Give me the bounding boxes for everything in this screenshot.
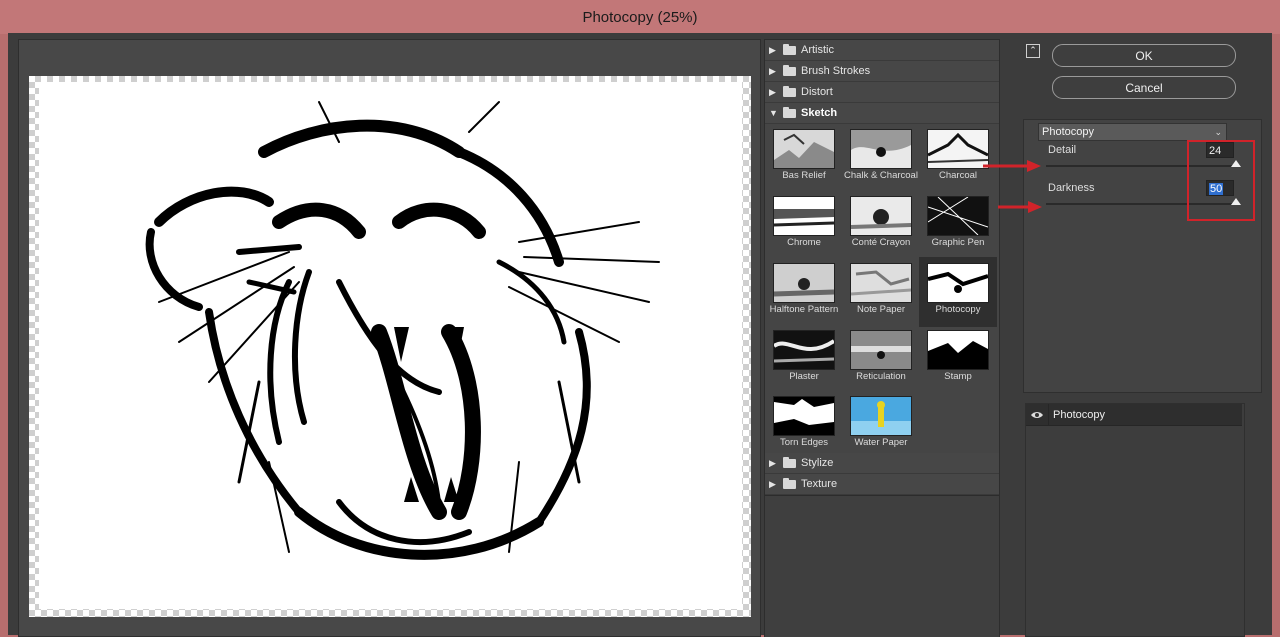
expand-arrow-icon: ▶ [769,86,776,97]
collapse-gallery-icon[interactable]: ⌃ [1026,44,1040,58]
expand-arrow-icon: ▶ [769,65,776,76]
window-title: Photocopy (25%) [0,0,1280,34]
thumbnail-image [927,330,989,370]
thumb-reticulation[interactable]: Reticulation [846,328,916,394]
photocopy-preview-image [39,82,742,609]
thumbnail-image [773,129,835,169]
category-label: Stylize [801,457,834,469]
filter-select[interactable]: Photocopy ⌄ [1038,123,1227,141]
filter-gallery-dialog: ▶ Artistic ▶ Brush Strokes ▶ Distort ▼ S… [8,33,1272,637]
expand-arrow-icon: ▶ [769,478,776,489]
thumbnail-image [927,263,989,303]
thumbnail-image [773,396,835,436]
cancel-button[interactable]: Cancel [1052,76,1236,99]
ok-button[interactable]: OK [1052,44,1236,67]
thumb-stamp[interactable]: Stamp [923,328,993,394]
detail-label: Detail [1048,144,1077,156]
folder-icon [783,85,796,97]
thumbnail-image [773,263,835,303]
collapse-arrow-icon: ▼ [769,108,778,118]
expand-arrow-icon: ▶ [769,457,776,468]
thumbnail-image [850,396,912,436]
folder-icon [783,64,796,76]
thumb-label: Stamp [944,371,972,382]
gallery-empty-area [765,495,999,637]
preview-pane[interactable] [18,39,761,637]
bottom-categories: ▶ Stylize ▶ Texture [765,453,999,495]
category-label: Artistic [801,44,834,56]
sketch-thumbnails: Bas Relief Chalk & Charcoal Charcoal Chr… [765,124,999,454]
thumb-note-paper[interactable]: Note Paper [846,261,916,327]
folder-icon [783,456,796,468]
thumb-label: Bas Relief [782,170,826,181]
filter-gallery-list: ▶ Artistic ▶ Brush Strokes ▶ Distort ▼ S… [764,39,1000,637]
thumb-conte-crayon[interactable]: Conté Crayon [846,194,916,260]
thumb-label: Conté Crayon [851,237,911,248]
thumb-label: Graphic Pen [931,237,985,248]
thumb-label: Torn Edges [779,437,829,448]
highlight-box [1187,140,1255,221]
thumb-torn-edges[interactable]: Torn Edges [769,394,839,460]
thumb-label: Reticulation [856,371,906,382]
annotation-arrow-icon [983,160,1041,172]
thumbnail-image [927,129,989,169]
category-sketch[interactable]: ▼ Sketch [765,103,999,124]
thumb-water-paper[interactable]: Water Paper [846,394,916,460]
effect-layer-name: Photocopy [1053,408,1105,421]
folder-icon [783,477,796,489]
preview-canvas[interactable] [29,76,751,617]
eye-icon[interactable] [1026,404,1049,425]
effect-layer-row[interactable]: Photocopy [1026,404,1242,426]
thumb-label: Chalk & Charcoal [844,170,918,181]
thumb-chalk-charcoal[interactable]: Chalk & Charcoal [844,127,918,193]
thumbnail-image [927,196,989,236]
thumb-plaster[interactable]: Plaster [769,328,839,394]
filter-select-value: Photocopy [1042,126,1094,138]
thumb-label: Chrome [787,237,821,248]
thumb-halftone-pattern[interactable]: Halftone Pattern [769,261,839,327]
thumb-photocopy[interactable]: Photocopy [919,257,997,327]
thumbnail-image [850,129,912,169]
category-brush-strokes[interactable]: ▶ Brush Strokes [765,61,999,82]
thumb-graphic-pen[interactable]: Graphic Pen [923,194,993,260]
annotation-arrow-icon [998,201,1042,213]
folder-icon [783,43,796,55]
settings-panel: ⌃ OK Cancel Photocopy ⌄ Detail 24 Darkne… [1008,39,1272,637]
thumbnail-image [850,263,912,303]
category-label: Distort [801,86,833,98]
category-label: Sketch [801,107,838,119]
chevron-down-icon: ⌄ [1214,127,1222,137]
thumb-label: Water Paper [854,437,908,448]
thumb-label: Plaster [789,371,819,382]
thumbnail-image [773,330,835,370]
category-label: Texture [801,478,838,490]
category-distort[interactable]: ▶ Distort [765,82,999,103]
category-artistic[interactable]: ▶ Artistic [765,40,999,61]
category-label: Brush Strokes [801,65,871,77]
thumbnail-image [773,196,835,236]
thumb-label: Note Paper [856,304,906,315]
thumb-label: Photocopy [935,304,981,315]
thumb-bas-relief[interactable]: Bas Relief [769,127,839,193]
expand-arrow-icon: ▶ [769,44,776,55]
folder-icon [783,106,796,118]
thumbnail-image [850,330,912,370]
category-texture[interactable]: ▶ Texture [765,474,999,495]
effect-layers-panel: Photocopy [1025,403,1245,637]
thumb-label: Halftone Pattern [769,304,839,315]
thumbnail-image [850,196,912,236]
thumb-chrome[interactable]: Chrome [769,194,839,260]
darkness-label: Darkness [1048,182,1095,194]
category-stylize[interactable]: ▶ Stylize [765,453,999,474]
